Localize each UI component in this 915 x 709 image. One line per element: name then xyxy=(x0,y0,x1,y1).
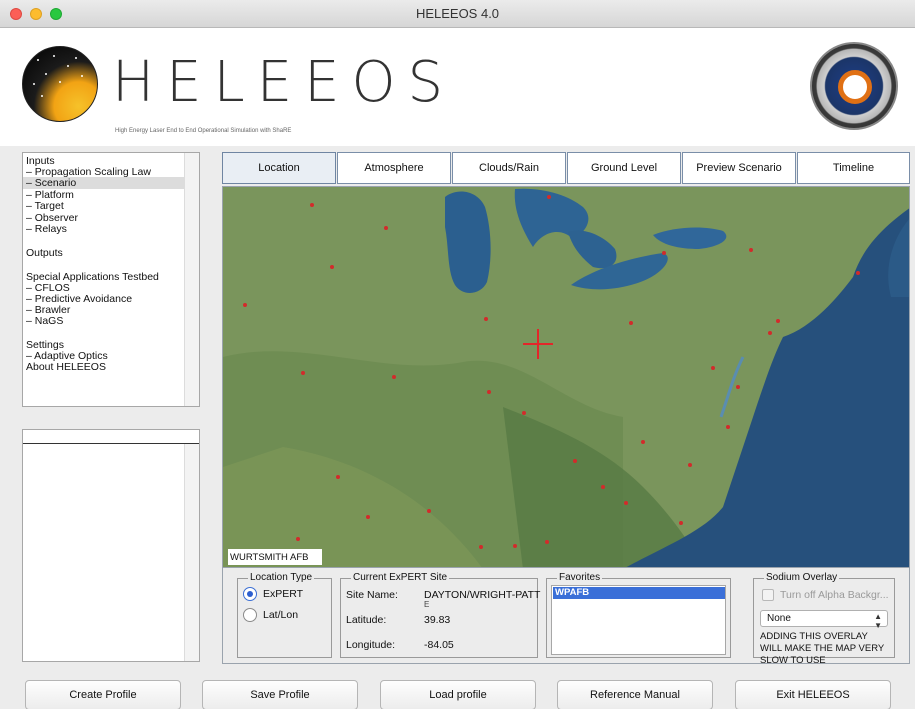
organization-seal xyxy=(810,42,898,130)
map-hover-label: WURTSMITH AFB xyxy=(228,549,322,565)
current-site-title: Current ExPERT Site xyxy=(351,572,450,583)
navigation-tree: Inputs – Propagation Scaling Law – Scena… xyxy=(22,152,200,407)
tab-timeline[interactable]: Timeline xyxy=(797,152,910,184)
nav-item-target[interactable]: – Target xyxy=(26,200,64,212)
site-name-value: DAYTON/WRIGHT-PATT xyxy=(424,589,541,601)
longitude-value: -84.05 xyxy=(424,639,454,651)
location-type-group: Location Type ExPERT Lat/Lon xyxy=(237,572,332,658)
favorites-list[interactable]: WPAFB xyxy=(551,585,726,655)
longitude-label: Longitude: xyxy=(346,639,396,651)
create-profile-button[interactable]: Create Profile xyxy=(25,680,181,709)
nav-item-scenario[interactable]: – Scenario xyxy=(23,177,184,189)
radio-expert-label: ExPERT xyxy=(263,588,304,600)
select-arrows-icon: ▲ ▼ xyxy=(874,612,882,630)
window-title: HELEEOS 4.0 xyxy=(415,6,500,21)
info-panel-scrollbar[interactable] xyxy=(184,444,199,661)
nav-item-outputs[interactable]: Outputs xyxy=(26,247,63,259)
tab-clouds-rain[interactable]: Clouds/Rain xyxy=(452,152,566,184)
brand-wordmark: HELEEOS xyxy=(112,50,456,115)
info-panel xyxy=(22,429,200,662)
sodium-overlay-warning: ADDING THIS OVERLAY WILL MAKE THE MAP VE… xyxy=(760,631,885,666)
tab-atmosphere[interactable]: Atmosphere xyxy=(337,152,451,184)
info-panel-header[interactable] xyxy=(23,430,199,444)
radio-lat-lon[interactable] xyxy=(243,608,257,622)
sodium-overlay-group: Sodium Overlay Turn off Alpha Backgr... … xyxy=(753,572,895,666)
tab-preview-scenario[interactable]: Preview Scenario xyxy=(682,152,796,184)
reference-manual-button[interactable]: Reference Manual xyxy=(557,680,713,709)
nav-item-nags[interactable]: – NaGS xyxy=(26,315,63,327)
latitude-value: 39.83 xyxy=(424,614,451,626)
app-header: HELEEOS High Energy Laser End to End Ope… xyxy=(0,28,915,146)
heleeos-logo xyxy=(22,46,98,122)
sodium-overlay-title: Sodium Overlay xyxy=(764,572,840,583)
radio-lat-lon-label: Lat/Lon xyxy=(263,609,299,621)
load-profile-button[interactable]: Load profile xyxy=(380,680,536,709)
latitude-label: Latitude: xyxy=(346,614,387,626)
nav-item-about[interactable]: About HELEEOS xyxy=(26,361,106,373)
nav-scrollbar[interactable] xyxy=(184,153,199,406)
site-name-wrap: E xyxy=(424,600,430,609)
favorites-title: Favorites xyxy=(557,572,603,583)
save-profile-button[interactable]: Save Profile xyxy=(202,680,358,709)
radio-expert[interactable] xyxy=(243,587,257,601)
satellite-map[interactable] xyxy=(222,186,910,568)
alpha-background-label: Turn off Alpha Backgr... xyxy=(780,589,889,601)
favorites-group: Favorites WPAFB xyxy=(546,572,731,658)
sodium-overlay-select[interactable]: None ▲ ▼ xyxy=(760,610,888,630)
alpha-background-checkbox[interactable] xyxy=(762,589,774,601)
location-type-title: Location Type xyxy=(248,572,315,583)
exit-button[interactable]: Exit HELEEOS xyxy=(735,680,891,709)
location-controls: Location Type ExPERT Lat/Lon Current ExP… xyxy=(222,568,910,666)
brand-subtitle: High Energy Laser End to End Operational… xyxy=(115,128,292,134)
tab-ground-level[interactable]: Ground Level xyxy=(567,152,681,184)
site-name-label: Site Name: xyxy=(346,589,398,601)
favorite-item[interactable]: WPAFB xyxy=(553,587,725,599)
sodium-overlay-value: None xyxy=(767,613,791,624)
window-titlebar: HELEEOS 4.0 xyxy=(0,0,915,28)
current-site-group: Current ExPERT Site Site Name: DAYTON/WR… xyxy=(340,572,541,658)
nav-item-relays[interactable]: – Relays xyxy=(26,223,67,235)
tab-bar: Location Atmosphere Clouds/Rain Ground L… xyxy=(222,152,910,184)
tab-location[interactable]: Location xyxy=(222,152,336,184)
